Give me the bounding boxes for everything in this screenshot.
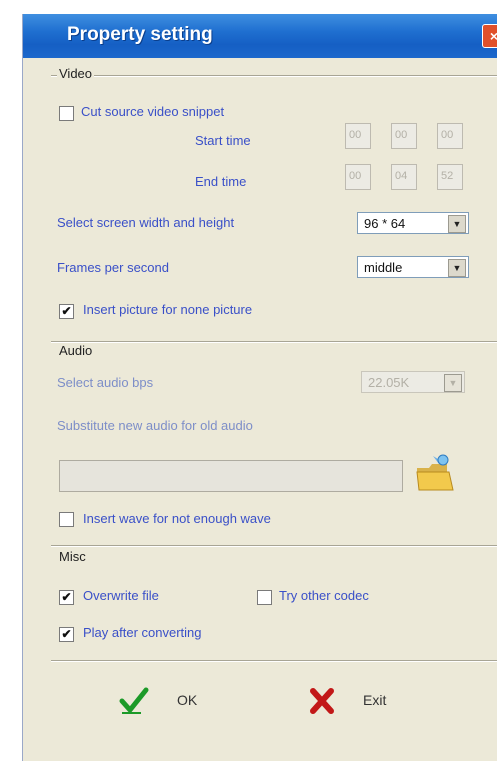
play-after-checkbox[interactable]: ✔ [59,627,74,642]
overwrite-label: Overwrite file [83,588,159,603]
substitute-audio-label: Substitute new audio for old audio [57,418,253,433]
audio-bps-value: 22.05K [368,375,410,390]
insert-wave-checkbox[interactable] [59,512,74,527]
exit-label: Exit [363,692,387,708]
screen-size-dropdown[interactable]: 96 * 64 ▼ [357,212,469,234]
button-area-divider [51,660,497,662]
ok-label: OK [177,692,198,708]
video-section-divider [51,75,497,77]
cut-source-label: Cut source video snippet [81,104,225,119]
misc-section-divider [51,545,497,547]
play-after-label: Play after converting [83,625,202,640]
end-time-hour-field[interactable]: 00 [345,164,371,190]
video-section-label: Video [57,66,95,81]
try-codec-label: Try other codec [279,588,369,603]
fps-dropdown[interactable]: middle ▼ [357,256,469,278]
close-button[interactable]: × [482,24,497,48]
overwrite-checkbox[interactable]: ✔ [59,590,74,605]
audio-section-divider [51,341,497,343]
fps-value: middle [364,260,403,275]
red-x-icon [310,688,334,714]
property-setting-dialog: Property setting × Video Cut source vide… [22,14,497,761]
green-checkmark-icon [119,687,149,714]
chevron-down-icon[interactable]: ▼ [448,259,466,277]
audio-bps-label: Select audio bps [57,375,154,390]
insert-picture-label: Insert picture for none picture [83,302,253,317]
end-time-second-field[interactable]: 52 [437,164,463,190]
chevron-down-icon[interactable]: ▼ [444,374,462,392]
screen-size-value: 96 * 64 [364,216,406,231]
chevron-down-icon[interactable]: ▼ [448,215,466,233]
audio-path-input[interactable] [59,460,403,492]
ok-button[interactable]: OK [119,684,209,718]
insert-picture-checkbox[interactable]: ✔ [59,304,74,319]
open-folder-icon[interactable] [413,452,457,496]
start-time-minute-field[interactable]: 00 [391,123,417,149]
misc-section-label: Misc [57,549,88,564]
start-time-second-field[interactable]: 00 [437,123,463,149]
try-codec-checkbox[interactable] [257,590,272,605]
end-time-minute-field[interactable]: 04 [391,164,417,190]
exit-button[interactable]: Exit [307,684,397,718]
insert-wave-label: Insert wave for not enough wave [83,511,271,526]
audio-section-label: Audio [57,343,95,358]
window-title: Property setting [67,24,213,45]
start-time-hour-field[interactable]: 00 [345,123,371,149]
title-bar[interactable]: Property setting × [23,14,497,58]
screen-size-label: Select screen width and height [57,215,235,230]
start-time-label: Start time [195,133,251,148]
cut-source-checkbox[interactable] [59,106,74,121]
fps-label: Frames per second [57,260,169,275]
audio-bps-dropdown[interactable]: 22.05K ▼ [361,371,465,393]
end-time-label: End time [195,174,247,189]
